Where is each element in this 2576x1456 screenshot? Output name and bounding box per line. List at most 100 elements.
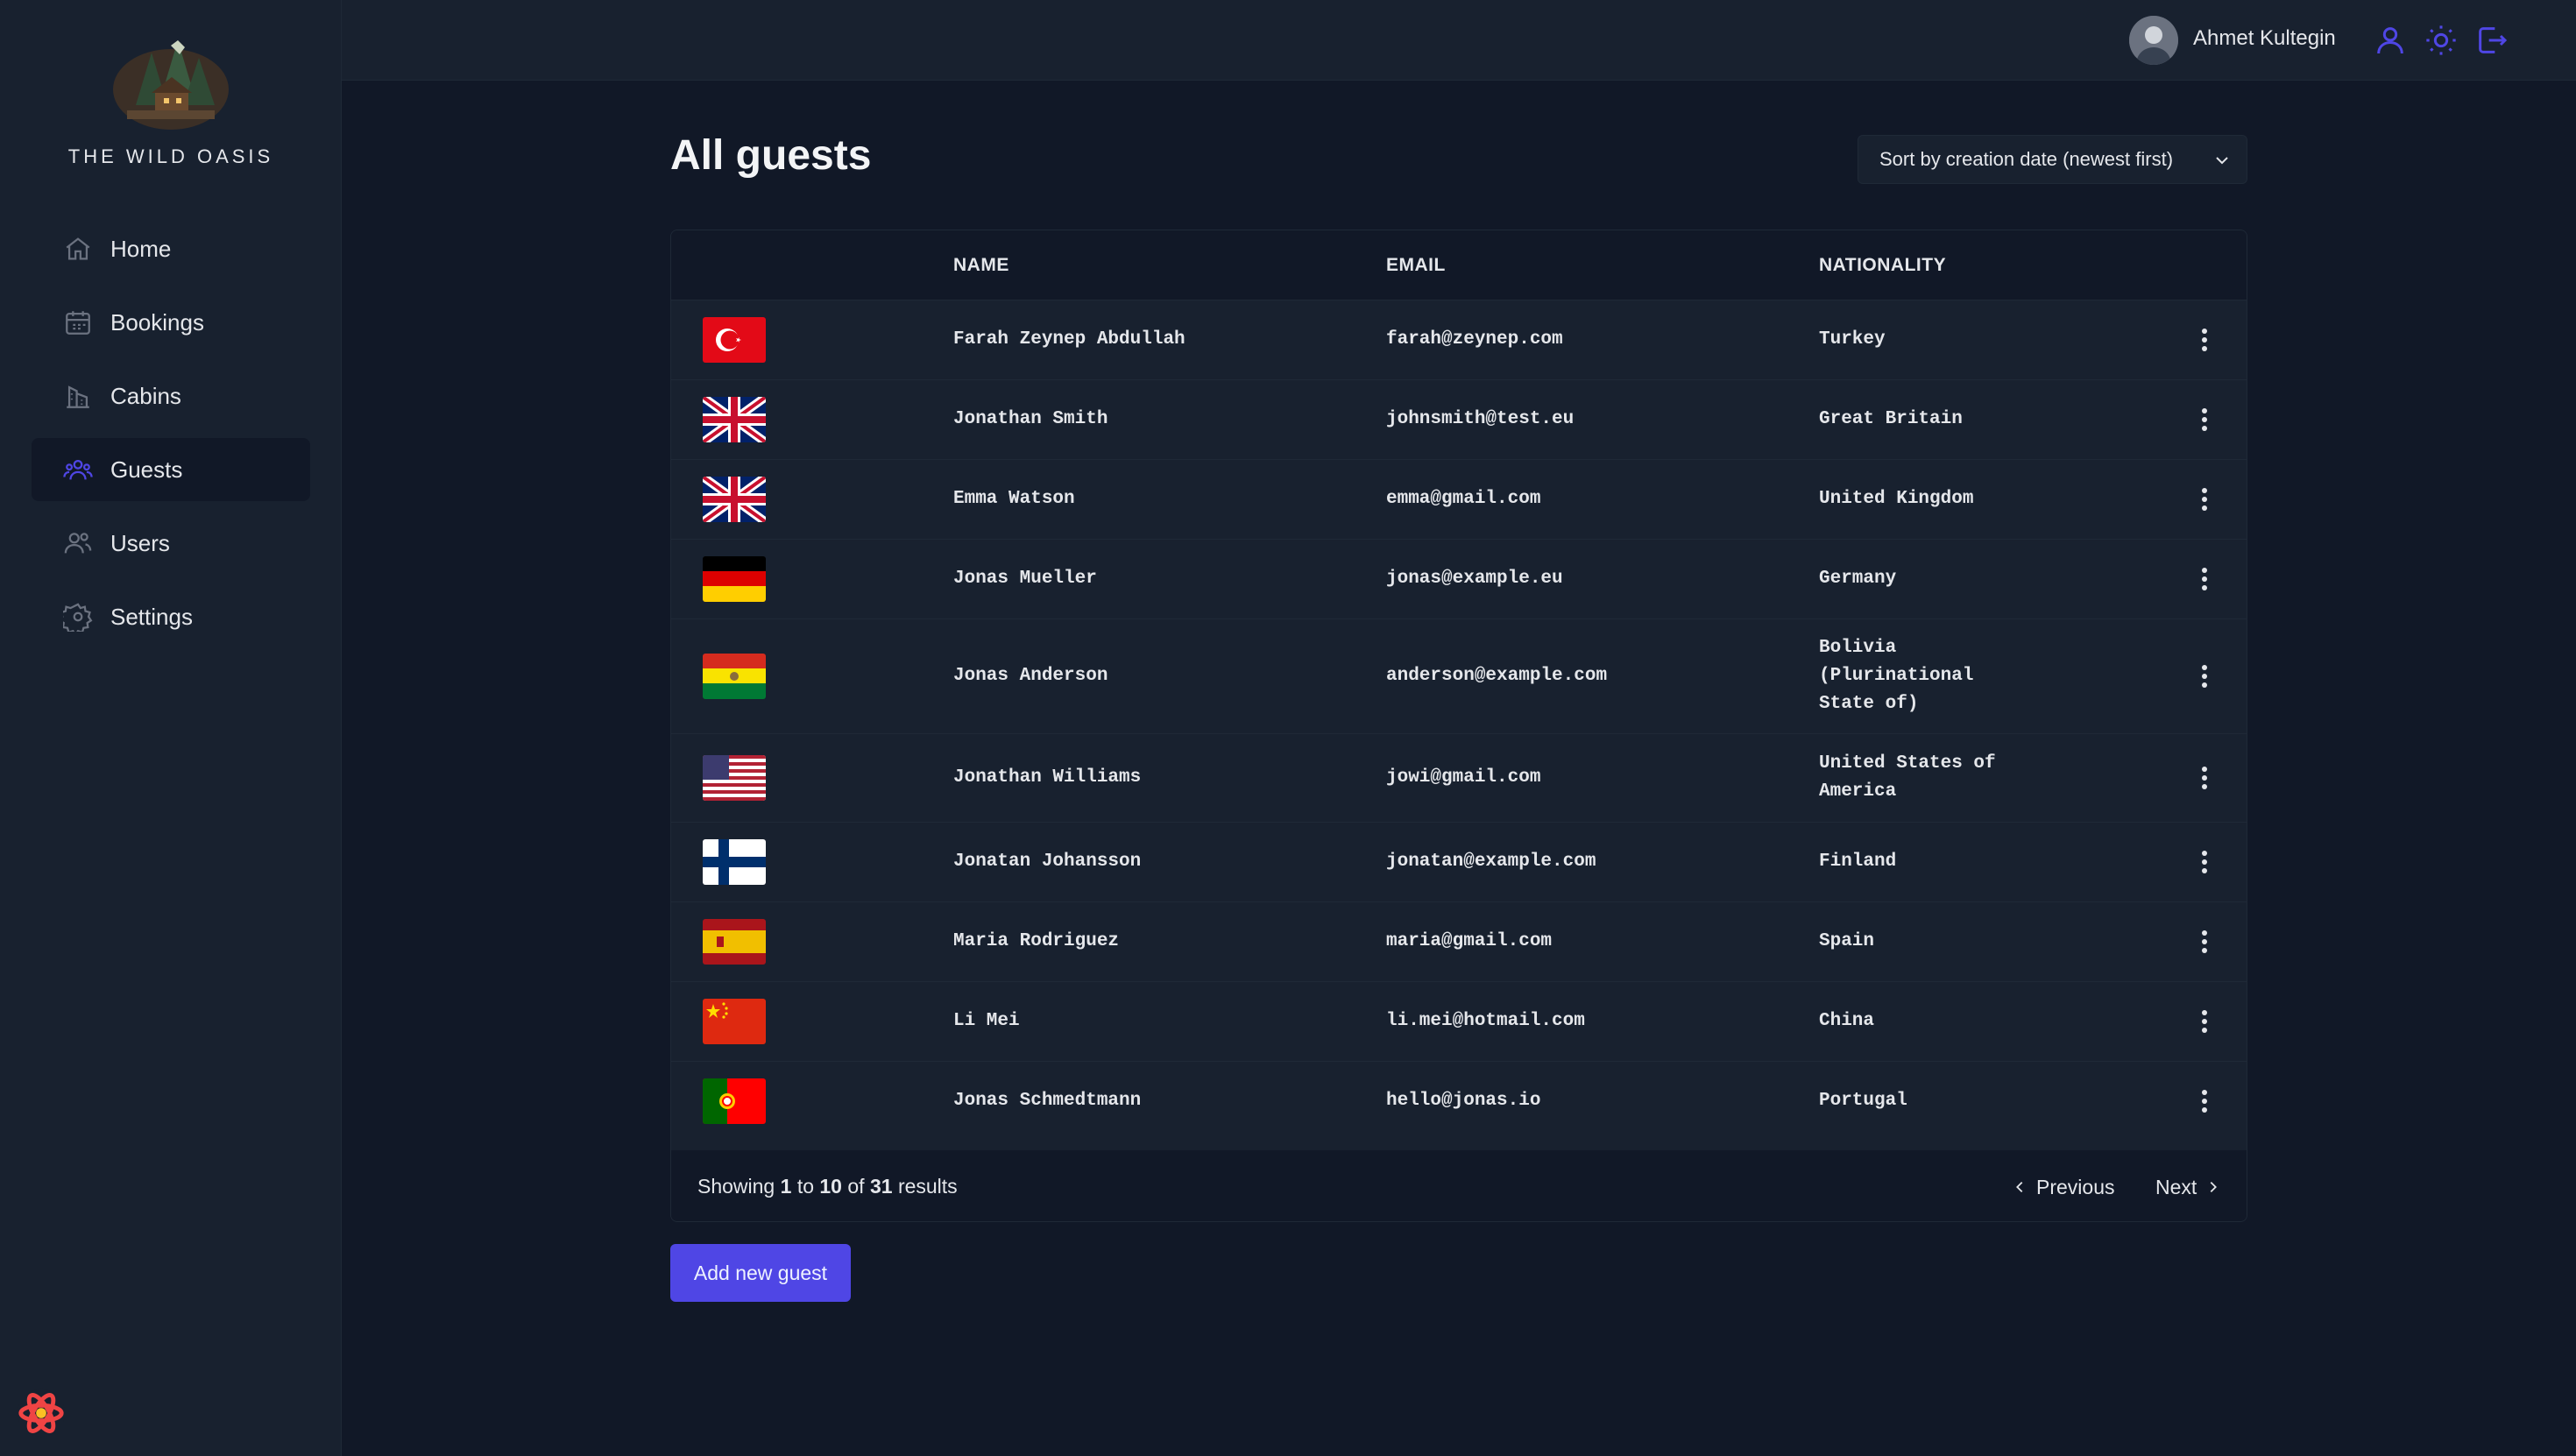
row-menu-button[interactable] bbox=[2191, 562, 2218, 597]
logo: THE WILD OASIS bbox=[0, 35, 342, 168]
sort-selected-value: Sort by creation date (newest first) bbox=[1879, 148, 2174, 170]
flag-usa-icon bbox=[703, 755, 766, 801]
flag-germany-icon bbox=[703, 556, 766, 602]
summary-total: 31 bbox=[869, 1175, 893, 1198]
guest-name: Jonas Anderson bbox=[953, 666, 1108, 686]
flag-turkey-icon bbox=[703, 317, 766, 363]
flag-finland-icon bbox=[703, 839, 766, 885]
account-button[interactable] bbox=[2373, 23, 2408, 58]
logout-icon bbox=[2479, 27, 2508, 53]
summary-of-word: of bbox=[847, 1175, 865, 1198]
building-icon bbox=[67, 385, 89, 408]
summary-results-word: results bbox=[897, 1175, 958, 1198]
guest-nationality-line: United States of bbox=[1819, 753, 1996, 774]
summary-from: 1 bbox=[780, 1175, 792, 1198]
sidebar-item-settings[interactable]: Settings bbox=[32, 585, 310, 648]
guest-nationality: China bbox=[1819, 1011, 1875, 1031]
guest-name: Jonathan Williams bbox=[953, 767, 1142, 788]
more-vertical-icon bbox=[2202, 329, 2207, 351]
guest-nationality-line: State of) bbox=[1819, 694, 1919, 714]
guest-email: anderson@example.com bbox=[1386, 666, 1608, 686]
guest-email: farah@zeynep.com bbox=[1386, 329, 1563, 350]
guest-email: jonatan@example.com bbox=[1386, 852, 1596, 872]
guest-name: Jonathan Smith bbox=[953, 409, 1108, 429]
guest-email: maria@gmail.com bbox=[1386, 931, 1553, 951]
theme-toggle-button[interactable] bbox=[2424, 23, 2459, 58]
more-vertical-icon bbox=[2202, 851, 2207, 873]
guest-nationality: Turkey bbox=[1819, 329, 1886, 350]
page-title: All guests bbox=[670, 132, 872, 179]
table-row: Jonatan Johansson jonatan@example.com Fi… bbox=[671, 823, 2247, 902]
table-header: NAME EMAIL NATIONALITY bbox=[671, 230, 2247, 300]
avatar bbox=[2129, 16, 2178, 65]
sidebar-item-label: Bookings bbox=[110, 308, 204, 336]
next-label: Next bbox=[2155, 1175, 2197, 1198]
row-menu-button[interactable] bbox=[2191, 322, 2218, 357]
more-vertical-icon bbox=[2202, 930, 2207, 953]
row-menu-button[interactable] bbox=[2191, 1084, 2218, 1119]
users-icon bbox=[63, 459, 93, 480]
table-row: Li Mei li.mei@hotmail.com China bbox=[671, 982, 2247, 1062]
table-footer: Showing 1 to 10 of 31 results Previous N… bbox=[671, 1150, 2247, 1221]
sidebar: THE WILD OASIS Home Bookings Cabins Gues… bbox=[0, 0, 342, 1456]
guest-nationality: Spain bbox=[1819, 931, 1875, 951]
row-menu-button[interactable] bbox=[2191, 924, 2218, 959]
user-name: Ahmet Kultegin bbox=[2193, 26, 2336, 50]
row-menu-button[interactable] bbox=[2191, 482, 2218, 517]
sidebar-item-label: Users bbox=[110, 529, 170, 556]
table-row: Jonas Schmedtmann hello@jonas.io Portuga… bbox=[671, 1062, 2247, 1150]
calendar-icon bbox=[66, 311, 90, 335]
more-vertical-icon bbox=[2202, 408, 2207, 431]
summary-prefix: Showing bbox=[697, 1175, 775, 1198]
column-header-name: NAME bbox=[953, 255, 1009, 275]
react-query-devtools-icon[interactable] bbox=[16, 1388, 67, 1438]
previous-page-button[interactable]: Previous bbox=[2012, 1168, 2114, 1206]
guest-name: Farah Zeynep Abdullah bbox=[953, 329, 1185, 350]
sidebar-item-bookings[interactable]: Bookings bbox=[32, 291, 310, 354]
flag-uk-icon bbox=[703, 397, 766, 442]
row-menu-button[interactable] bbox=[2191, 659, 2218, 694]
guest-nationality: Finland bbox=[1819, 852, 1897, 872]
guest-nationality: Great Britain bbox=[1819, 409, 1963, 429]
sidebar-item-label: Home bbox=[110, 235, 172, 262]
sidebar-item-label: Guests bbox=[110, 456, 183, 483]
guest-nationality-line: Bolivia bbox=[1819, 638, 1897, 658]
guest-email: li.mei@hotmail.com bbox=[1386, 1011, 1585, 1031]
table-row: Jonas Mueller jonas@example.eu Germany bbox=[671, 540, 2247, 619]
chevron-left-icon bbox=[2016, 1181, 2023, 1193]
logo-image bbox=[113, 40, 229, 130]
sidebar-item-users[interactable]: Users bbox=[32, 512, 310, 575]
app-name: THE WILD OASIS bbox=[67, 145, 274, 167]
row-menu-button[interactable] bbox=[2191, 845, 2218, 880]
home-icon bbox=[66, 237, 90, 260]
guest-nationality-line: America bbox=[1819, 781, 1897, 802]
table-row: Maria Rodriguez maria@gmail.com Spain bbox=[671, 902, 2247, 982]
next-page-button[interactable]: Next bbox=[2155, 1168, 2221, 1206]
row-menu-button[interactable] bbox=[2191, 1004, 2218, 1039]
more-vertical-icon bbox=[2202, 568, 2207, 590]
guest-email: jowi@gmail.com bbox=[1386, 767, 1541, 788]
row-menu-button[interactable] bbox=[2191, 402, 2218, 437]
flag-uk-icon bbox=[703, 477, 766, 522]
row-menu-button[interactable] bbox=[2191, 760, 2218, 795]
previous-label: Previous bbox=[2036, 1175, 2115, 1198]
more-vertical-icon bbox=[2202, 767, 2207, 789]
guest-email: jonas@example.eu bbox=[1386, 569, 1563, 589]
table-row: Emma Watson emma@gmail.com United Kingdo… bbox=[671, 460, 2247, 540]
sidebar-item-guests[interactable]: Guests bbox=[32, 438, 310, 501]
add-guest-button[interactable]: Add new guest bbox=[670, 1244, 851, 1302]
table-row: Jonas Anderson anderson@example.com Boli… bbox=[671, 619, 2247, 734]
guest-name: Maria Rodriguez bbox=[953, 931, 1120, 951]
table-row: Jonathan Smith johnsmith@test.eu Great B… bbox=[671, 380, 2247, 460]
logout-button[interactable] bbox=[2474, 23, 2509, 58]
summary-to-word: to bbox=[796, 1175, 814, 1198]
guests-table: NAME EMAIL NATIONALITY Farah Zeynep Abdu… bbox=[670, 230, 2247, 1222]
sidebar-item-home[interactable]: Home bbox=[32, 217, 310, 280]
table-row: Jonathan Williams jowi@gmail.com United … bbox=[671, 734, 2247, 823]
chevron-down-icon bbox=[2216, 157, 2228, 165]
more-vertical-icon bbox=[2202, 1090, 2207, 1113]
sidebar-item-cabins[interactable]: Cabins bbox=[32, 364, 310, 428]
guest-email: emma@gmail.com bbox=[1386, 489, 1541, 509]
sort-select[interactable]: Sort by creation date (newest first) bbox=[1858, 135, 2247, 184]
guest-email: hello@jonas.io bbox=[1386, 1091, 1541, 1111]
